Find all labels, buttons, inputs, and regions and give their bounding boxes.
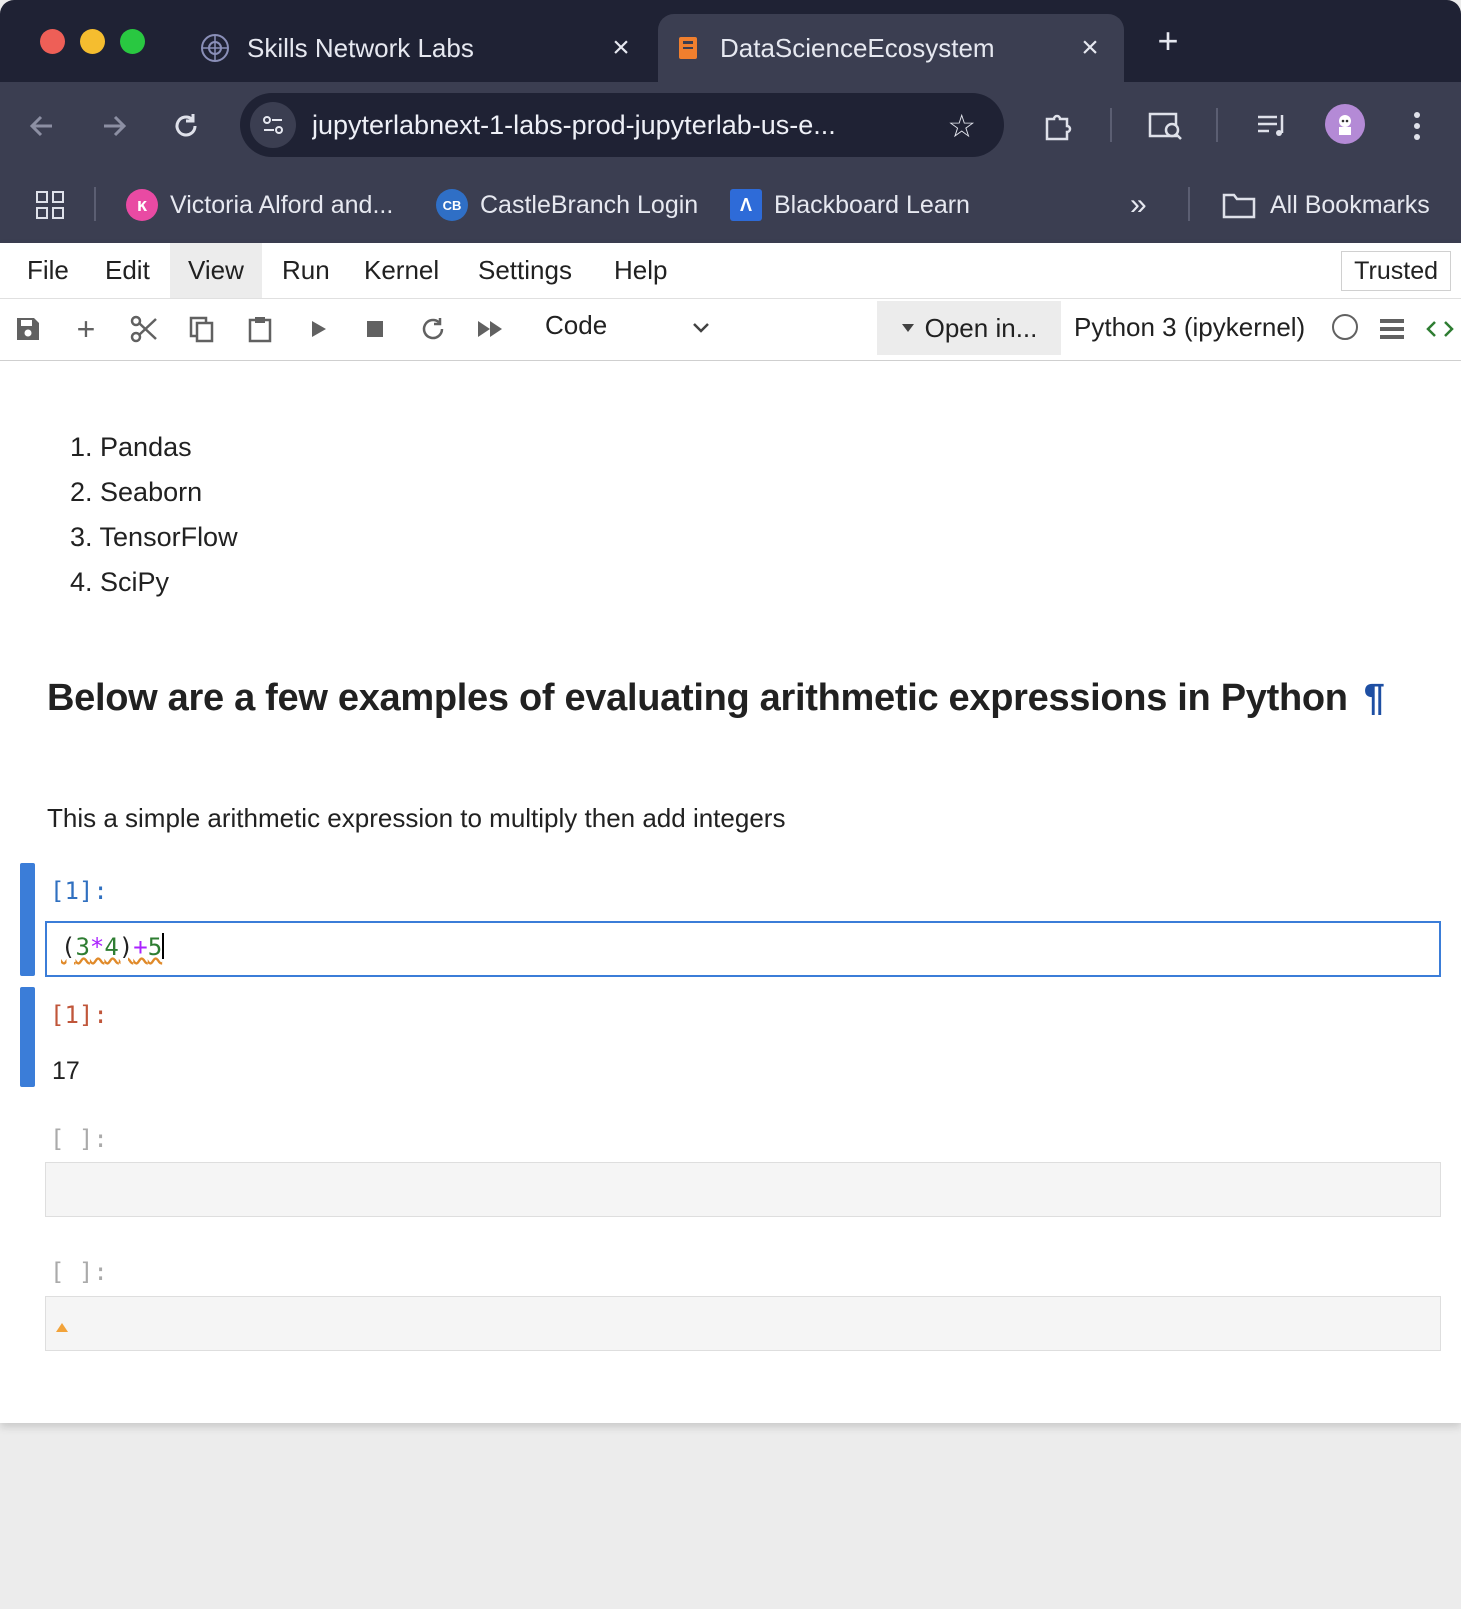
- code-icon[interactable]: [1420, 310, 1460, 348]
- kernel-idle-icon: [1332, 314, 1358, 340]
- menu-help[interactable]: Help: [596, 243, 685, 298]
- code-editor[interactable]: (3*4)+5: [45, 921, 1441, 977]
- reload-icon[interactable]: [162, 102, 210, 150]
- bookmark-castlebranch[interactable]: CB CastleBranch Login: [436, 185, 698, 225]
- code-editor-empty[interactable]: [45, 1296, 1441, 1351]
- bookmark-blackboard[interactable]: Λ Blackboard Learn: [730, 185, 970, 225]
- zoom-window-button[interactable]: [120, 29, 145, 54]
- menu-view[interactable]: View: [170, 243, 262, 298]
- bookmark-label: CastleBranch Login: [480, 190, 699, 219]
- minimize-window-button[interactable]: [80, 29, 105, 54]
- tab-skills-network-labs[interactable]: Skills Network Labs ×: [185, 14, 655, 82]
- browser-window: Skills Network Labs × DataScienceEcosyst…: [0, 0, 1461, 1609]
- anchor-link[interactable]: ¶: [1364, 677, 1385, 719]
- jupyter-notebook-icon: [672, 32, 704, 64]
- open-in-dropdown[interactable]: Open in...: [877, 301, 1061, 355]
- chevron-down-icon[interactable]: [690, 316, 712, 343]
- tab-datascienceecosystem[interactable]: DataScienceEcosystem ×: [658, 14, 1124, 82]
- cut-icon[interactable]: [124, 310, 164, 348]
- text-cursor: [162, 933, 165, 959]
- jupyter-notebook: File Edit View Run Kernel Settings Help …: [0, 243, 1461, 1423]
- notebook-toolbar: + Code Open in... Python 3 (ipykernel): [0, 298, 1461, 361]
- castlebranch-icon: CB: [436, 189, 468, 221]
- folder-icon: [1222, 191, 1256, 219]
- bookmark-star-icon[interactable]: ☆: [947, 107, 976, 145]
- browser-toolbar: jupyterlabnext-1-labs-prod-jupyterlab-us…: [0, 82, 1461, 167]
- open-in-label: Open in...: [924, 312, 1038, 343]
- tab-close-icon[interactable]: ×: [601, 31, 641, 65]
- pink-avatar-icon: ĸ: [126, 189, 158, 221]
- site-settings-icon[interactable]: [250, 102, 296, 148]
- code-text: (3*4)+5: [61, 933, 165, 961]
- active-cell-indicator[interactable]: [20, 863, 35, 976]
- toc-menu-icon[interactable]: [1372, 310, 1412, 348]
- paste-icon[interactable]: [240, 310, 280, 348]
- markdown-paragraph: This a simple arithmetic expression to m…: [47, 803, 786, 833]
- stop-icon[interactable]: [355, 310, 395, 348]
- caret-down-icon: [901, 323, 915, 333]
- save-icon[interactable]: [8, 310, 48, 348]
- menu-file[interactable]: File: [9, 243, 87, 298]
- tab-title: DataScienceEcosystem: [720, 32, 995, 63]
- bookmark-label: Blackboard Learn: [774, 190, 970, 219]
- url-text: jupyterlabnext-1-labs-prod-jupyterlab-us…: [312, 109, 836, 140]
- skills-network-icon: [199, 32, 231, 64]
- profile-avatar[interactable]: [1325, 104, 1365, 144]
- input-prompt: [ ]:: [50, 1258, 108, 1286]
- tab-title: Skills Network Labs: [247, 32, 474, 63]
- copy-icon[interactable]: [182, 310, 222, 348]
- kernel-name[interactable]: Python 3 (ipykernel): [1074, 312, 1305, 343]
- jupyter-menubar: File Edit View Run Kernel Settings Help …: [0, 243, 1461, 299]
- run-icon[interactable]: [298, 310, 338, 348]
- all-bookmarks-button[interactable]: All Bookmarks: [1222, 185, 1430, 225]
- blackboard-icon: Λ: [730, 189, 762, 221]
- bookmark-divider: [94, 187, 96, 221]
- tab-close-icon[interactable]: ×: [1070, 31, 1110, 65]
- restart-icon[interactable]: [413, 310, 453, 348]
- output-prompt: [1]:: [50, 1001, 108, 1029]
- run-all-icon[interactable]: [471, 310, 511, 348]
- library-list: 1. Pandas 2. Seaborn 3. TensorFlow 4. Sc…: [70, 425, 238, 605]
- input-prompt: [1]:: [50, 877, 108, 905]
- bookmarks-overflow-icon[interactable]: »: [1130, 185, 1147, 225]
- address-bar[interactable]: jupyterlabnext-1-labs-prod-jupyterlab-us…: [240, 93, 1004, 157]
- close-window-button[interactable]: [40, 29, 65, 54]
- add-cell-icon[interactable]: +: [66, 310, 106, 348]
- cell-type-select[interactable]: Code: [545, 310, 607, 341]
- output-collapser[interactable]: [20, 987, 35, 1087]
- output-value: 17: [52, 1057, 80, 1085]
- bookmarks-bar: ĸ Victoria Alford and... CB CastleBranch…: [0, 167, 1461, 243]
- code-editor-empty[interactable]: [45, 1162, 1441, 1217]
- back-arrow-icon[interactable]: [18, 102, 66, 150]
- tab-search-icon[interactable]: [1142, 102, 1190, 150]
- tab-strip: Skills Network Labs × DataScienceEcosyst…: [0, 0, 1461, 82]
- bookmark-divider: [1188, 187, 1190, 221]
- trusted-indicator[interactable]: Trusted: [1341, 251, 1451, 291]
- list-item: 1. Pandas: [70, 432, 192, 462]
- forward-arrow-icon[interactable]: [90, 102, 138, 150]
- bookmark-label: Victoria Alford and...: [170, 190, 394, 219]
- list-item: 3. TensorFlow: [70, 522, 238, 552]
- all-bookmarks-label: All Bookmarks: [1270, 190, 1430, 219]
- menu-edit[interactable]: Edit: [87, 243, 168, 298]
- list-item: 2. Seaborn: [70, 477, 203, 507]
- media-control-icon[interactable]: [1248, 102, 1296, 150]
- more-menu-icon[interactable]: [1393, 102, 1441, 150]
- toolbar-divider: [1110, 108, 1112, 142]
- extensions-icon[interactable]: [1034, 102, 1082, 150]
- new-tab-button[interactable]: +: [1148, 20, 1188, 62]
- section-heading: Below are a few examples of evaluating a…: [47, 677, 1385, 719]
- toolbar-divider: [1216, 108, 1218, 142]
- input-prompt: [ ]:: [50, 1125, 108, 1153]
- bookmark-victoria-alford[interactable]: ĸ Victoria Alford and...: [126, 185, 393, 225]
- menu-run[interactable]: Run: [264, 243, 348, 298]
- menu-settings[interactable]: Settings: [460, 243, 590, 298]
- list-item: 4. SciPy: [70, 567, 170, 597]
- apps-grid-icon[interactable]: [34, 185, 66, 225]
- warning-icon: [56, 1323, 68, 1332]
- menu-kernel[interactable]: Kernel: [346, 243, 457, 298]
